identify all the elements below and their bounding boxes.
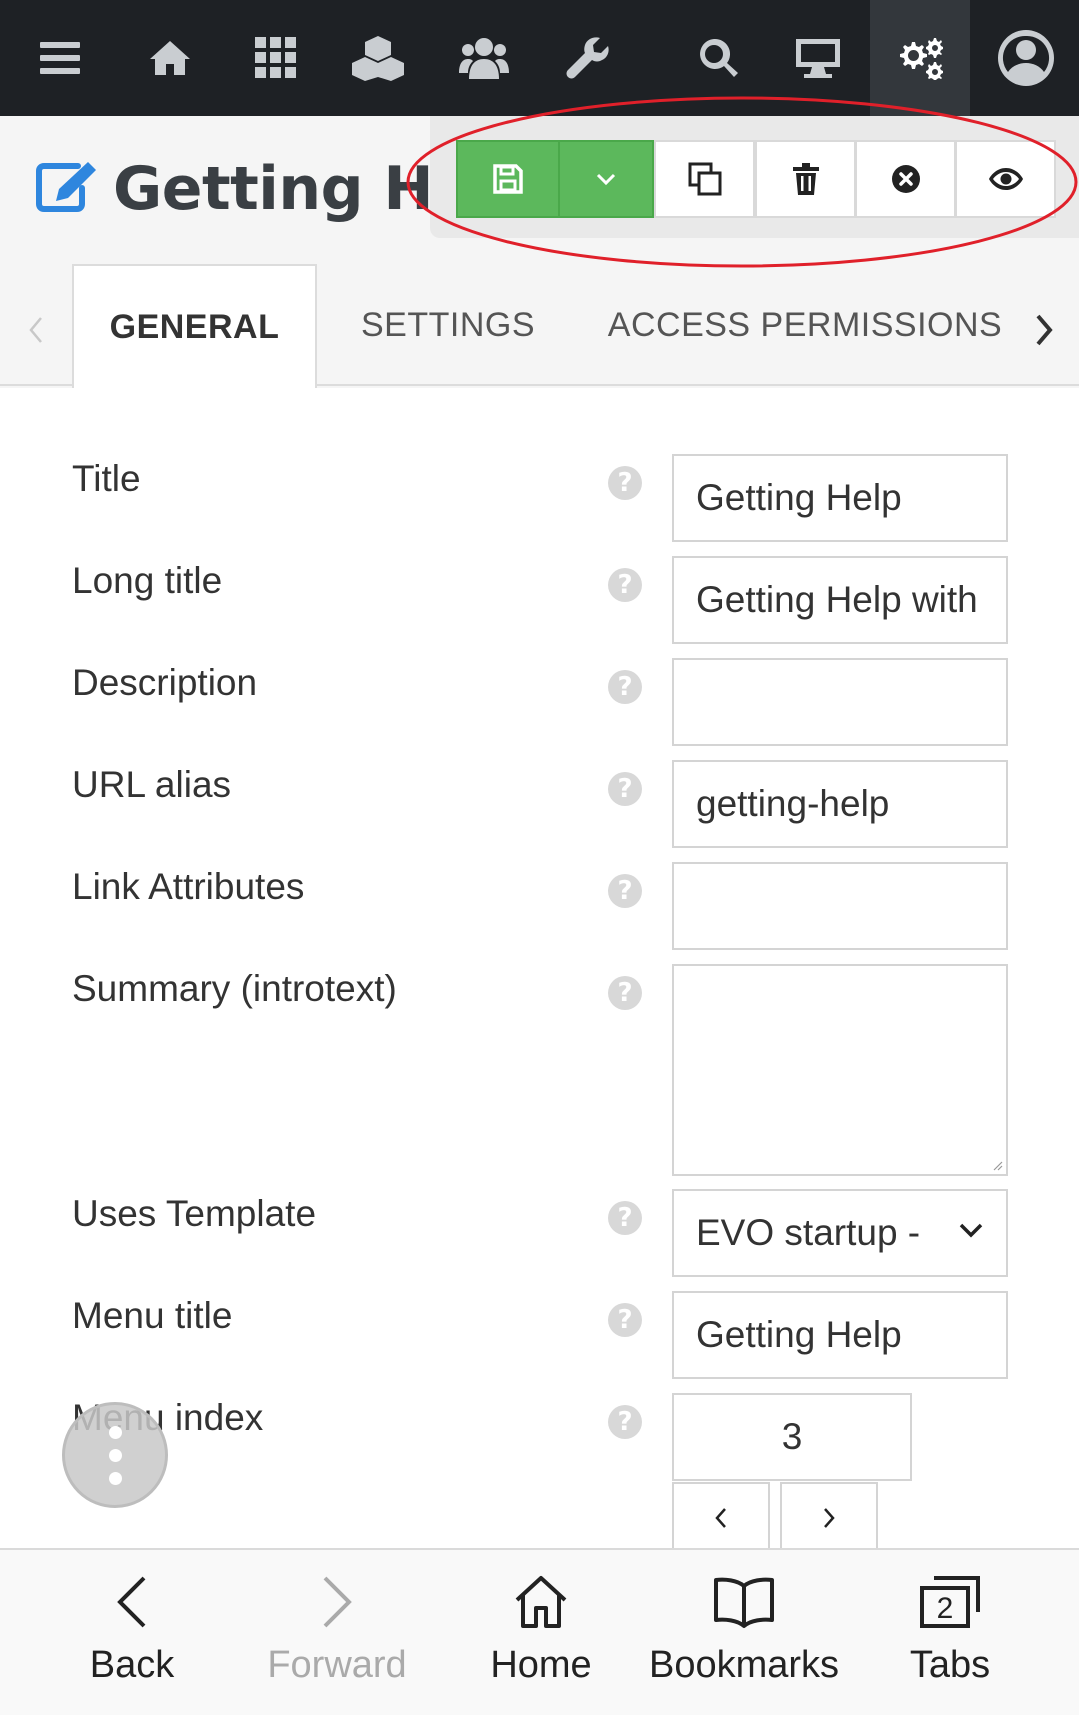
tab-scroll-right-icon[interactable] [1022,300,1066,360]
user-avatar-icon[interactable] [976,0,1076,116]
arrow-left-icon [117,1576,146,1628]
menu-title-label: Menu title [72,1295,233,1336]
help-icon[interactable]: ? [608,568,642,602]
template-select[interactable]: EVO startup - [672,1189,1008,1277]
description-input[interactable] [672,658,1008,746]
menu-index-decrement-button[interactable] [672,1482,770,1552]
resize-grip-icon[interactable] [991,1159,1003,1171]
help-icon[interactable]: ? [608,976,642,1010]
help-icon[interactable]: ? [608,670,642,704]
url-alias-input[interactable]: getting-help [672,760,1008,848]
eye-icon [988,168,1023,190]
tab-scroll-left-icon[interactable] [14,300,58,360]
users-icon[interactable] [434,0,534,116]
chevron-right-icon [824,1508,835,1528]
preview-button[interactable] [955,140,1056,218]
arrow-right-icon [323,1576,352,1628]
grid-icon[interactable] [226,0,326,116]
tab-settings[interactable]: SETTINGS [320,264,576,386]
chevron-left-icon [715,1508,726,1528]
copy-icon [688,162,721,196]
tabs-label: Tabs [909,1644,991,1686]
help-icon[interactable]: ? [608,1303,642,1337]
summary-textarea[interactable] [672,964,1008,1176]
tab-bar: GENERAL SETTINGS ACCESS PERMISSIONS [0,264,1079,388]
cancel-button[interactable] [855,140,956,218]
settings-gears-icon[interactable] [870,0,970,116]
more-vertical-icon [108,1425,122,1439]
help-icon[interactable]: ? [608,1405,642,1439]
chevron-down-icon [959,1223,983,1238]
search-icon[interactable] [668,0,768,116]
save-options-dropdown-button[interactable] [558,140,654,218]
description-label: Description [72,662,258,703]
more-vertical-icon-dot [108,1448,122,1462]
title-input[interactable]: Getting Help [672,454,1008,542]
home-button[interactable]: Home [478,1548,604,1715]
edit-document-icon [36,160,98,217]
long-title-input[interactable]: Getting Help with [672,556,1008,644]
title-label: Title [72,458,141,499]
chevron-down-icon [596,173,616,186]
menu-title-input[interactable]: Getting Help [672,1291,1008,1379]
document-form: Title ? Getting Help Long title ? Gettin… [0,388,1079,1548]
top-nav-bar [0,0,1079,116]
more-options-fab[interactable] [62,1402,168,1508]
wrench-icon[interactable] [538,0,638,116]
menu-icon[interactable] [10,0,110,116]
bookmarks-button[interactable]: Bookmarks [649,1548,839,1715]
bookmarks-label: Bookmarks [648,1644,840,1686]
link-attributes-input[interactable] [672,862,1008,950]
trash-icon [792,163,819,195]
tabs-button[interactable]: 2 Tabs [900,1548,1000,1715]
template-label: Uses Template [72,1193,317,1234]
tab-access-permissions[interactable]: ACCESS PERMISSIONS [590,264,1020,386]
link-attributes-label: Link Attributes [72,866,305,907]
close-circle-icon [891,165,920,193]
help-icon[interactable]: ? [608,466,642,500]
delete-button[interactable] [755,140,856,218]
monitor-icon[interactable] [768,0,868,116]
menu-index-increment-button[interactable] [780,1482,878,1552]
back-button[interactable]: Back [72,1548,192,1715]
url-alias-label: URL alias [72,764,232,805]
help-icon[interactable]: ? [608,1201,642,1235]
tabs-icon: 2 [918,1574,982,1630]
long-title-label: Long title [72,560,223,601]
help-icon[interactable]: ? [608,772,642,806]
forward-label: Forward [267,1644,407,1686]
menu-index-input[interactable]: 3 [672,1393,912,1481]
more-vertical-icon-dot [108,1471,122,1485]
tab-count: 2 [936,1592,954,1625]
tab-general[interactable]: GENERAL [72,264,317,388]
help-icon[interactable]: ? [608,874,642,908]
template-selected-value: EVO startup - [696,1212,921,1253]
save-button[interactable] [456,140,560,218]
summary-label: Summary (introtext) [72,968,397,1009]
save-icon [493,164,523,194]
home-label: Home [490,1644,592,1686]
duplicate-button[interactable] [654,140,755,218]
home-icon[interactable] [120,0,220,116]
home-outline-icon [515,1576,567,1628]
forward-button[interactable]: Forward [262,1548,412,1715]
back-label: Back [89,1644,175,1686]
cubes-icon[interactable] [328,0,428,116]
book-open-icon [714,1577,774,1628]
